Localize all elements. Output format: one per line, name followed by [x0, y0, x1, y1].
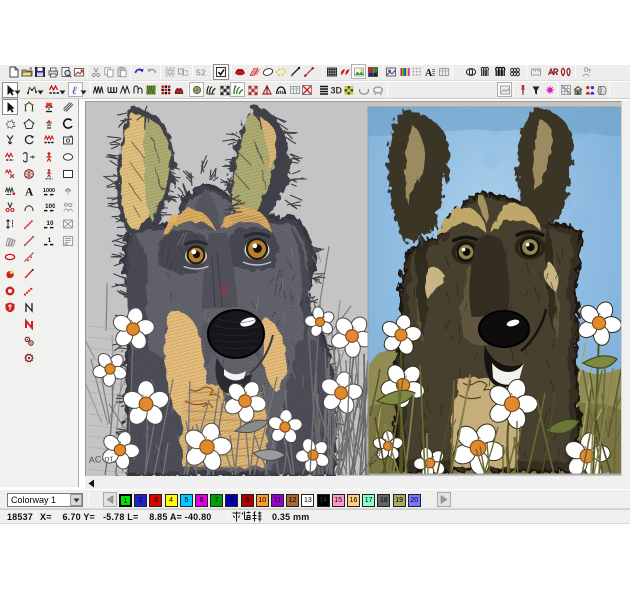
svg-text:100: 100	[45, 203, 55, 210]
svg-text:3D: 3D	[331, 86, 343, 96]
svg-text:1: 1	[48, 237, 52, 244]
svg-text:2: 2	[201, 68, 206, 78]
svg-text:AC·oт: AC·oт	[88, 453, 113, 465]
svg-text:A: A	[425, 68, 433, 78]
svg-text:1000: 1000	[43, 188, 55, 194]
svg-text:10: 10	[46, 220, 54, 227]
svg-text:A: A	[25, 186, 34, 197]
svg-text:ℓ: ℓ	[72, 85, 77, 96]
